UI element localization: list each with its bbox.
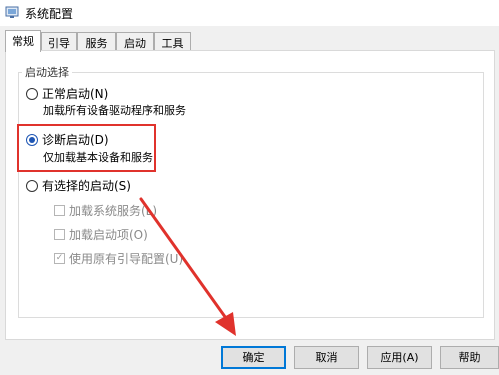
selective-startup-label: 有选择的启动(S): [42, 179, 131, 193]
tab-startup[interactable]: 启动: [116, 32, 154, 51]
tab-tools[interactable]: 工具: [154, 32, 191, 51]
ok-button-label: 确定: [242, 351, 265, 364]
selective-startup-option[interactable]: 有选择的启动(S): [26, 177, 131, 194]
cancel-button[interactable]: 取消: [294, 346, 359, 369]
tab-label: 常规: [12, 35, 34, 48]
normal-startup-label: 正常启动(N): [42, 87, 109, 101]
diagnostic-highlight-box: [17, 124, 156, 172]
tab-boot[interactable]: 引导: [41, 32, 77, 51]
normal-startup-radio[interactable]: [26, 87, 38, 100]
tab-label: 服务: [85, 37, 108, 50]
use-original-boot-config-label: 使用原有引导配置(U): [69, 252, 184, 266]
help-button[interactable]: 帮助: [440, 346, 499, 369]
load-startup-items-label: 加载启动项(O): [69, 228, 148, 242]
apply-button[interactable]: 应用(A): [367, 346, 432, 369]
cancel-button-label: 取消: [315, 351, 338, 364]
tab-label: 启动: [124, 37, 146, 50]
use-original-boot-config-option[interactable]: ✓ 使用原有引导配置(U): [54, 250, 183, 267]
help-button-label: 帮助: [458, 351, 481, 364]
load-system-services-checkbox[interactable]: [54, 205, 65, 216]
normal-startup-option[interactable]: 正常启动(N): [26, 85, 108, 102]
load-system-services-label: 加载系统服务(L): [69, 204, 158, 218]
window-title: 系统配置: [25, 7, 74, 21]
tab-bar: 常规 引导 服务 启动 工具: [5, 30, 495, 52]
normal-startup-desc: 加载所有设备驱动程序和服务: [43, 104, 186, 117]
ok-button[interactable]: 确定: [221, 346, 286, 369]
tab-label: 引导: [48, 37, 70, 50]
load-startup-items-checkbox[interactable]: [54, 229, 65, 240]
load-system-services-option[interactable]: 加载系统服务(L): [54, 202, 157, 219]
tab-services[interactable]: 服务: [77, 32, 116, 51]
use-original-boot-config-checkbox[interactable]: ✓: [54, 253, 65, 264]
selective-startup-radio[interactable]: [26, 179, 38, 192]
group-legend: 启动选择: [22, 64, 72, 80]
apply-button-label: 应用(A): [380, 351, 419, 364]
tab-label: 工具: [161, 37, 184, 50]
title-bar: 系统配置: [0, 0, 499, 26]
system-config-icon: [5, 6, 19, 18]
load-startup-items-option[interactable]: 加载启动项(O): [54, 226, 148, 243]
tab-general[interactable]: 常规: [5, 30, 41, 52]
